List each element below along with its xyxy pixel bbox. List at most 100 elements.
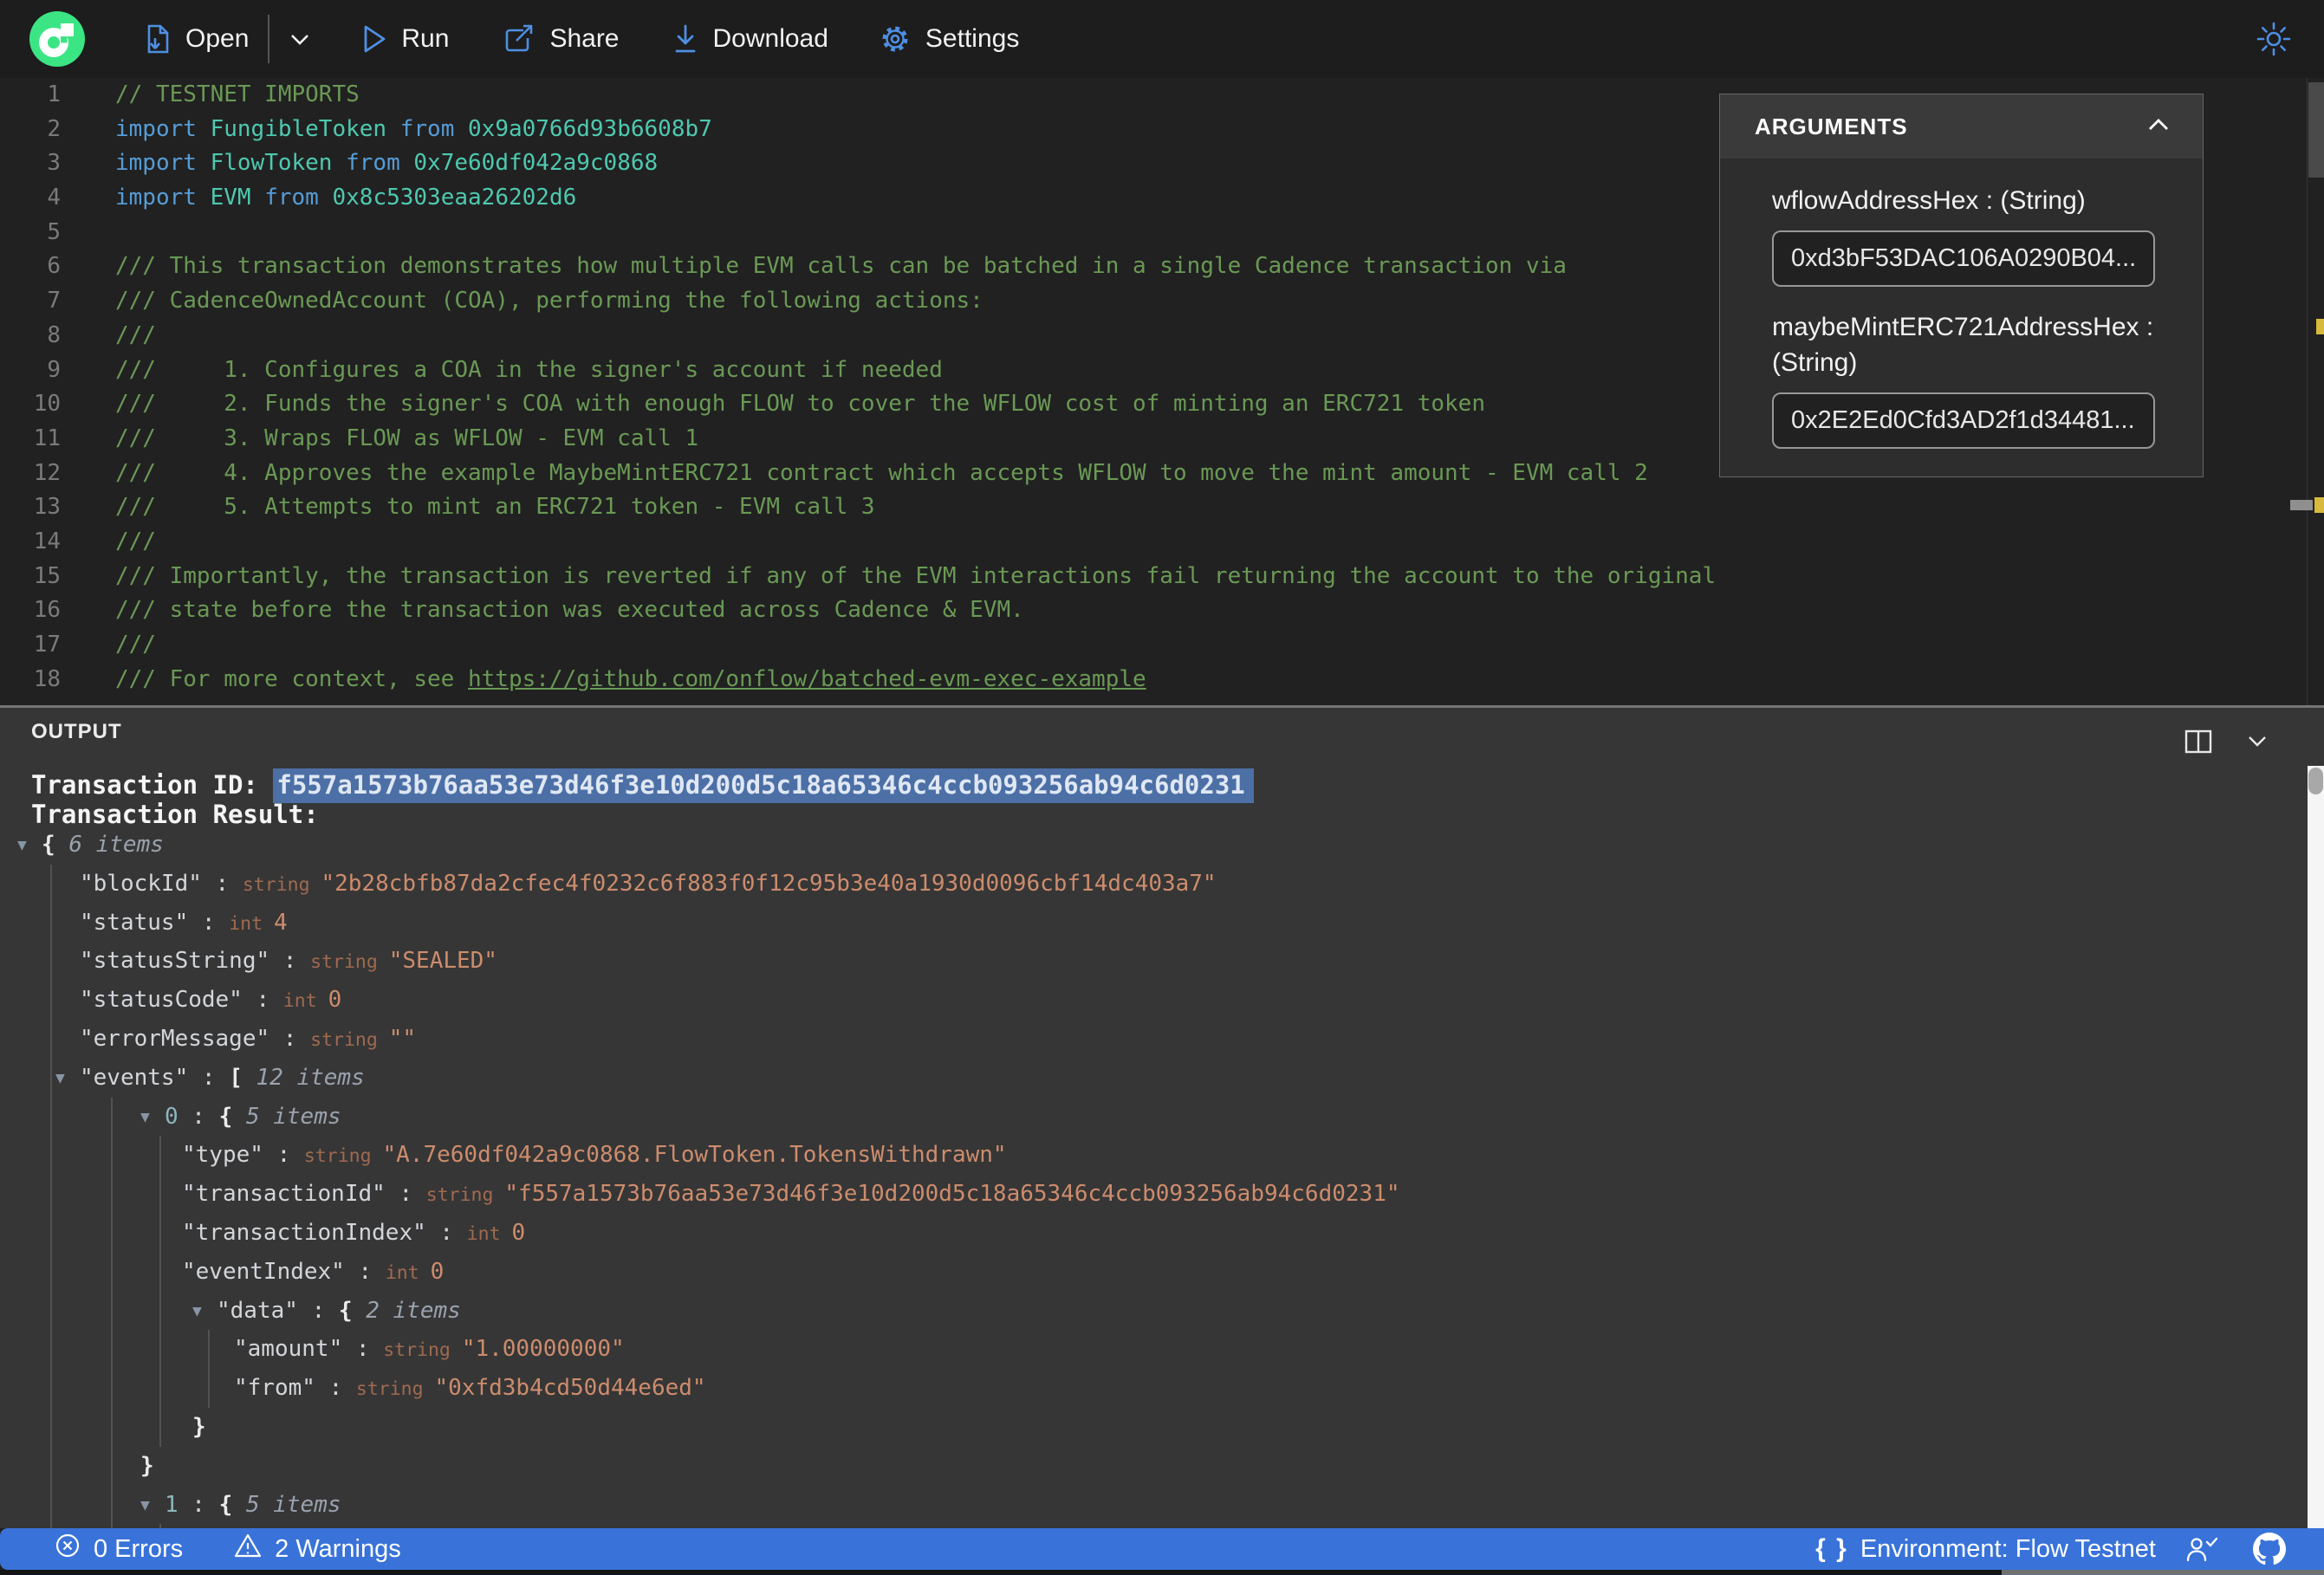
transaction-id-row: Transaction ID: f557a1573b76aa53e73d46f3… (31, 768, 1254, 803)
code-text: import EVM from 0x8c5303eaa26202d6 (115, 185, 577, 211)
indent-guide (50, 1252, 52, 1292)
open-button[interactable]: Open (142, 23, 249, 55)
code-line: 16 /// state before the transaction was e… (0, 593, 2324, 628)
code-text: /// 3. Wraps FLOW as WFLOW - EVM call 1 (115, 425, 699, 451)
line-number: 4 (47, 185, 61, 211)
status-bar: 0 Errors 2 Warnings { } Environment: Flo… (0, 1528, 2324, 1570)
line-number: 3 (47, 150, 61, 177)
settings-label: Settings (925, 24, 1020, 53)
indent-guide (111, 1485, 113, 1525)
code-text: /// This transaction demonstrates how mu… (115, 253, 1567, 280)
arguments-panel: ARGUMENTS wflowAddressHex : (String) mayb… (1719, 94, 2204, 477)
line-number: 14 (33, 528, 61, 554)
warnings-status[interactable]: 2 Warnings (233, 1532, 401, 1566)
indent-guide (111, 1213, 113, 1253)
output-scrollbar-track[interactable] (2308, 766, 2324, 1528)
indent-guide (50, 1136, 52, 1176)
arguments-panel-header[interactable]: ARGUMENTS (1720, 94, 2203, 159)
environment-status[interactable]: { } Environment: Flow Testnet (1815, 1534, 2156, 1564)
warning-marker-2 (2314, 497, 2324, 513)
indent-guide (111, 1446, 113, 1486)
indent-guide (111, 1097, 113, 1137)
indent-guide (50, 1291, 52, 1331)
indent-guide (159, 1369, 161, 1408)
collapse-arrow-icon[interactable]: ▼ (17, 826, 42, 865)
run-button[interactable]: Run (361, 23, 449, 55)
indent-guide (50, 864, 52, 904)
output-title: OUTPUT (31, 720, 122, 743)
run-label: Run (401, 24, 450, 53)
line-number: 15 (33, 562, 61, 589)
json-tree-row: "type" : string "A.7e60df042a9c0868.Flow… (0, 1136, 2305, 1176)
share-button[interactable]: Share (503, 23, 620, 55)
run-play-icon (361, 23, 387, 55)
line-number: 9 (47, 356, 61, 383)
json-tree-row: "transactionIndex" : int 0 (0, 1213, 2305, 1253)
indent-guide (159, 1213, 161, 1253)
collapse-arrow-icon[interactable]: ▼ (140, 1487, 165, 1526)
json-tree-row: "from" : string "0xfd3b4cd50d44e6ed" (0, 1369, 2305, 1408)
indent-guide (159, 1252, 161, 1292)
line-number: 13 (33, 494, 61, 521)
arguments-panel-body: wflowAddressHex : (String) maybeMintERC72… (1720, 159, 2203, 471)
code-line: 13 /// 5. Attempts to mint an ERC721 toke… (0, 490, 2324, 525)
download-button[interactable]: Download (672, 23, 828, 55)
editor-scrollbar-thumb[interactable] (2308, 82, 2324, 178)
warning-triangle-icon (233, 1532, 263, 1566)
flow-logo (29, 11, 85, 67)
code-link[interactable]: https://github.com/onflow/batched-evm-ex… (468, 666, 1146, 692)
feedback-person-icon[interactable] (2185, 1534, 2218, 1564)
toolbar: Open Run Share Download Settings (0, 0, 2324, 78)
download-label: Download (712, 24, 828, 53)
code-text: /// Importantly, the transaction is reve… (115, 562, 1717, 589)
error-circle-icon (54, 1532, 81, 1566)
chevron-up-icon[interactable] (2144, 115, 2173, 139)
line-number: 12 (33, 459, 61, 486)
json-tree-row: "amount" : string "1.00000000" (0, 1330, 2305, 1370)
theme-sun-icon[interactable] (2255, 20, 2293, 58)
line-number: 16 (33, 597, 61, 624)
argument-input[interactable] (1772, 392, 2155, 449)
line-number: 18 (33, 665, 61, 692)
errors-status[interactable]: 0 Errors (54, 1532, 183, 1566)
share-label: Share (549, 24, 620, 53)
json-tree-row: "statusCode" : int 0 (0, 981, 2305, 1020)
overview-ruler-marker (2290, 500, 2313, 510)
line-number: 2 (47, 115, 61, 142)
toolbar-separator (268, 15, 270, 63)
open-label: Open (185, 24, 250, 53)
share-icon (503, 23, 536, 55)
collapse-arrow-icon[interactable]: ▼ (192, 1293, 217, 1332)
code-text: /// CadenceOwnedAccount (COA), performin… (115, 288, 983, 314)
code-text: /// 4. Approves the example MaybeMintERC… (115, 459, 1648, 486)
json-tree-row: "errorMessage" : string "" (0, 1019, 2305, 1059)
code-line: 18 /// For more context, see https://gith… (0, 663, 2324, 697)
indent-guide (50, 1058, 52, 1098)
json-tree-row: "transactionId" : string "f557a1573b76aa… (0, 1175, 2305, 1214)
code-text: /// (115, 321, 156, 348)
indent-guide (50, 903, 52, 943)
json-tree-row: ▼ 1 : { 5 items (0, 1485, 2305, 1526)
indent-guide (111, 1369, 113, 1408)
collapse-arrow-icon[interactable]: ▼ (140, 1099, 165, 1138)
chevron-down-icon[interactable] (2244, 733, 2270, 755)
split-editor-icon[interactable] (2184, 729, 2213, 759)
editor-scrollbar-track (2307, 78, 2308, 705)
code-text: /// (115, 632, 156, 658)
settings-button[interactable]: Settings (879, 23, 1019, 55)
line-number: 7 (47, 288, 61, 314)
argument-input[interactable] (1772, 230, 2155, 287)
github-icon[interactable] (2253, 1533, 2286, 1565)
errors-label: 0 Errors (94, 1534, 184, 1563)
open-dropdown-button[interactable] (287, 30, 313, 48)
collapse-arrow-icon[interactable]: ▼ (55, 1060, 80, 1099)
indent-guide (50, 1330, 52, 1370)
indent-guide (111, 1175, 113, 1214)
indent-guide (111, 1291, 113, 1331)
code-text: import FlowToken from 0x7e60df042a9c0868 (115, 150, 659, 177)
indent-guide (159, 1175, 161, 1214)
indent-guide (50, 1407, 52, 1447)
output-scrollbar-thumb[interactable] (2308, 768, 2323, 794)
code-text: /// 5. Attempts to mint an ERC721 token … (115, 494, 875, 521)
line-number: 5 (47, 218, 61, 245)
